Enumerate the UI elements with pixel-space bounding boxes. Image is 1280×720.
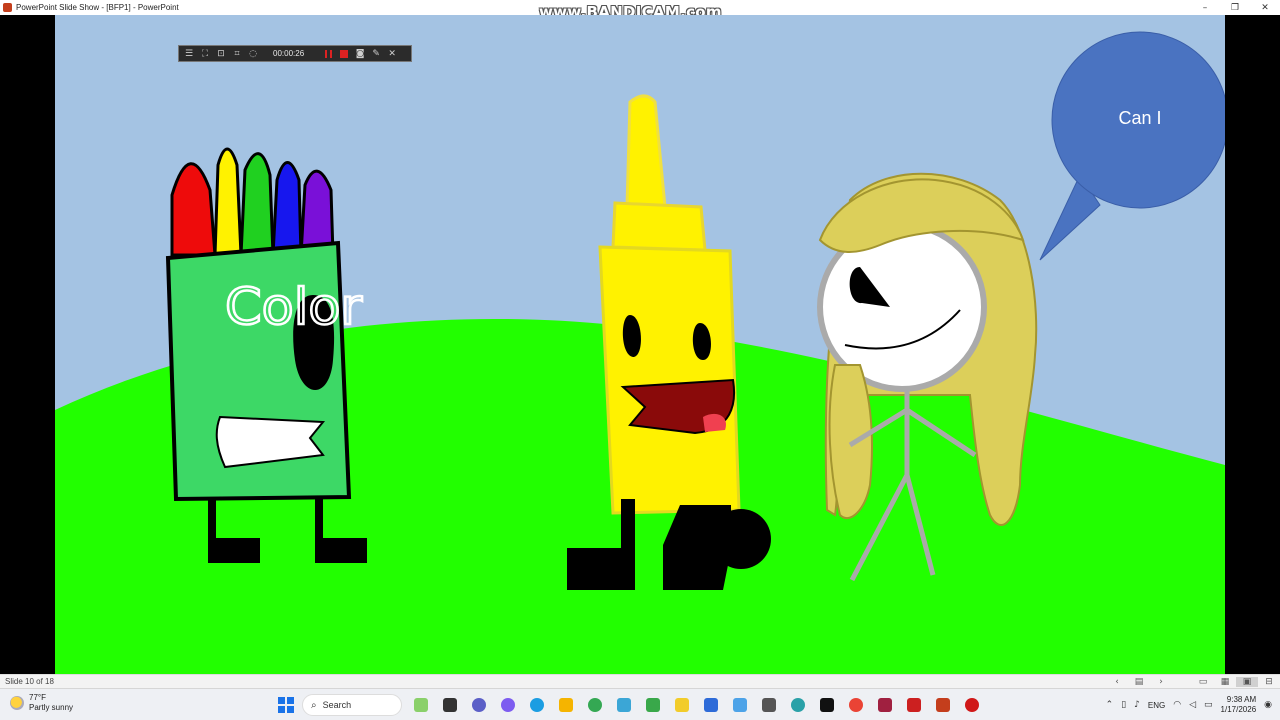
crayon-box-label: Color xyxy=(225,277,364,332)
clock[interactable]: 9:38 AM 1/17/2026 xyxy=(1221,695,1257,715)
close-toolbar-icon[interactable]: ✕ xyxy=(386,48,398,60)
clock-date: 1/17/2026 xyxy=(1220,705,1257,714)
search-placeholder: Search xyxy=(322,700,352,710)
restore-button[interactable]: ❐ xyxy=(1220,3,1250,13)
hair-strand-left xyxy=(828,364,873,520)
recording-timer: 00:00:26 xyxy=(273,49,305,58)
taskbar-search[interactable]: ⌕ Search xyxy=(302,694,402,716)
camera-icon[interactable]: ◙ xyxy=(354,48,366,60)
microphone-icon[interactable]: ♪ xyxy=(1134,700,1140,710)
clock-time: 9:38 AM xyxy=(1226,695,1257,704)
pause-button[interactable] xyxy=(322,48,334,60)
media-icon[interactable] xyxy=(729,695,750,716)
partly-sunny-icon xyxy=(10,696,24,710)
slide-illustration xyxy=(55,15,1225,674)
slide-menu-icon[interactable]: ▤ xyxy=(1128,677,1150,687)
bandicam-icon[interactable] xyxy=(961,695,982,716)
stop-button[interactable] xyxy=(338,48,350,60)
pause-icon xyxy=(324,49,332,58)
bandicam-toolbar: ☰ ⛶ ⊡ ⌗ ◌ 00:00:26 ◙ ✎ ✕ xyxy=(178,45,412,62)
chrome-icon[interactable] xyxy=(584,695,605,716)
copilot-icon[interactable] xyxy=(497,695,518,716)
marker-foot-ball xyxy=(711,509,771,569)
powerpoint-app-icon xyxy=(3,3,12,12)
file-explorer-icon[interactable] xyxy=(555,695,576,716)
chevron-up-icon[interactable]: ⌃ xyxy=(1106,700,1114,710)
close-button[interactable]: ✕ xyxy=(1250,3,1280,13)
widgets-icon[interactable] xyxy=(410,695,431,716)
capcut-icon[interactable] xyxy=(816,695,837,716)
taskbar-apps: ⌕ Search xyxy=(278,694,982,716)
paint-icon[interactable] xyxy=(642,695,663,716)
slide-indicator: Slide 10 of 18 xyxy=(5,677,54,686)
windows-start-icon[interactable] xyxy=(278,697,294,713)
tools-icon[interactable] xyxy=(700,695,721,716)
reading-view-icon[interactable]: ▣ xyxy=(1236,676,1258,687)
slide-canvas xyxy=(55,15,1225,674)
notes-icon[interactable] xyxy=(671,695,692,716)
usb-icon[interactable]: ▯ xyxy=(1121,700,1126,710)
pencil-icon[interactable]: ✎ xyxy=(370,48,382,60)
next-slide-icon[interactable]: › xyxy=(1150,677,1172,687)
stop-icon xyxy=(340,49,349,58)
task-view-icon[interactable] xyxy=(439,695,460,716)
minimize-button[interactable]: – xyxy=(1190,3,1220,13)
crayon-yellow xyxy=(213,147,243,257)
powerpoint-icon[interactable] xyxy=(932,695,953,716)
wifi-icon[interactable]: ◠ xyxy=(1173,700,1181,710)
game-icon[interactable] xyxy=(874,695,895,716)
fullscreen-icon[interactable]: ⛶ xyxy=(199,48,211,60)
region-icon[interactable]: ⊡ xyxy=(215,48,227,60)
crayon-green xyxy=(239,152,275,257)
status-bar: Slide 10 of 18 ‹ ▤ › ▭ ▦ ▣ ⊟ xyxy=(0,674,1280,688)
menu-icon[interactable]: ☰ xyxy=(183,48,195,60)
notification-icon[interactable]: ◉ xyxy=(1264,700,1272,710)
dolphin-app-icon[interactable] xyxy=(613,695,634,716)
taskbar: 77°F Partly sunny ⌕ Search ⌃ ▯ ♪ ENG ◠ ◁… xyxy=(0,688,1280,720)
weather-temp: 77°F xyxy=(29,693,46,702)
crayon-blue xyxy=(271,161,303,257)
chrome-alt-icon[interactable] xyxy=(845,695,866,716)
teams-chat-icon[interactable] xyxy=(468,695,489,716)
slideshow-view-icon[interactable]: ⊟ xyxy=(1258,677,1280,687)
crop-icon[interactable]: ⌗ xyxy=(231,48,243,60)
slide-sorter-icon[interactable]: ▦ xyxy=(1214,677,1236,687)
droplet-icon[interactable]: ◌ xyxy=(247,48,259,60)
crayon-box-label-text: Color xyxy=(225,278,363,332)
speech-bubble-text: Can I xyxy=(1118,108,1162,128)
volume-icon[interactable]: ◁ xyxy=(1189,700,1196,710)
globe-icon[interactable] xyxy=(787,695,808,716)
previous-slide-icon[interactable]: ‹ xyxy=(1106,677,1128,687)
control-icon[interactable] xyxy=(758,695,779,716)
search-icon: ⌕ xyxy=(311,699,317,711)
edge-icon[interactable] xyxy=(526,695,547,716)
marker-cap xyxy=(611,201,707,252)
normal-view-icon[interactable]: ▭ xyxy=(1192,677,1214,687)
roblox-icon[interactable] xyxy=(903,695,924,716)
weather-condition: Partly sunny xyxy=(29,703,74,712)
battery-icon[interactable]: ▭ xyxy=(1204,700,1213,710)
system-tray: ⌃ ▯ ♪ ENG ◠ ◁ ▭ 9:38 AM 1/17/2026 ◉ xyxy=(1106,695,1272,715)
language-indicator[interactable]: ENG xyxy=(1148,701,1165,710)
weather-widget[interactable]: 77°F Partly sunny xyxy=(10,693,73,713)
